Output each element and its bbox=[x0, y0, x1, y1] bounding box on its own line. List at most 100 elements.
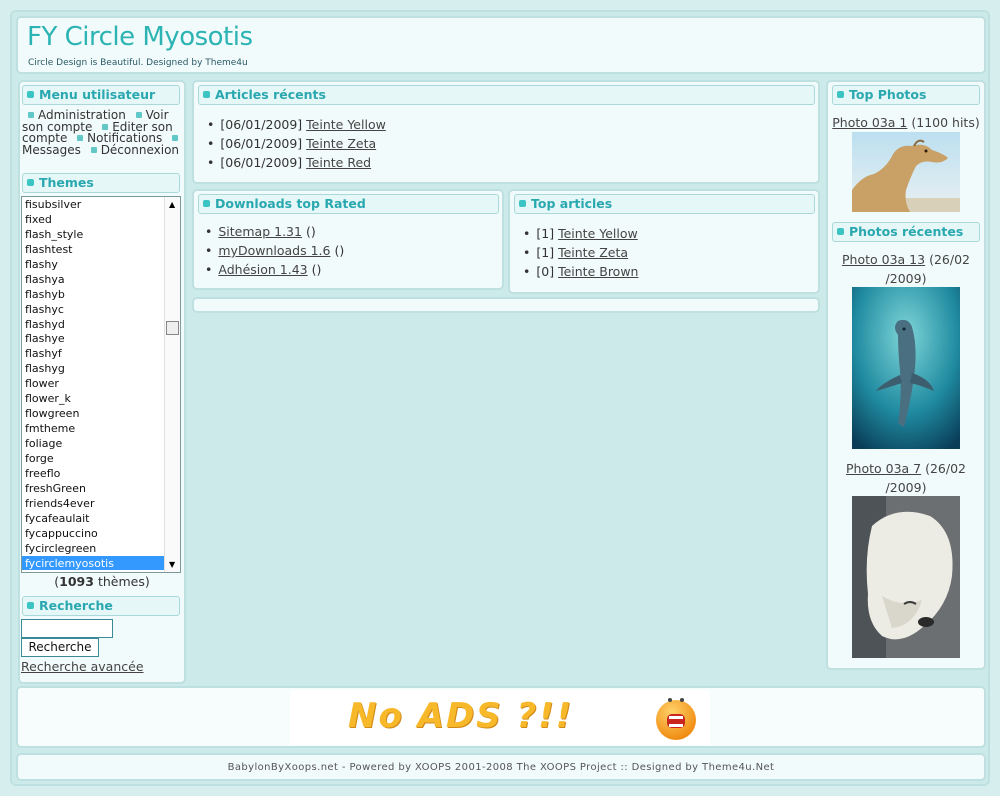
downloads-title-bar: Downloads top Rated bbox=[198, 194, 499, 214]
scroll-up-arrow-icon[interactable]: ▲ bbox=[169, 200, 175, 209]
theme-option[interactable]: flashye bbox=[22, 331, 180, 346]
photo-link[interactable]: Photo 03a 13 bbox=[842, 252, 925, 267]
list-item: Sitemap 1.31 () bbox=[205, 222, 344, 241]
theme-option[interactable]: fycirclemyosotis bbox=[22, 555, 180, 571]
recent-articles-list: [06/01/2009] Teinte Yellow [06/01/2009] … bbox=[207, 115, 386, 172]
recent-articles-title-bar: Articles récents bbox=[198, 85, 815, 105]
scroll-down-arrow-icon[interactable]: ▼ bbox=[169, 560, 175, 569]
no-ads-text: No ADS ?!! bbox=[348, 696, 574, 736]
article-link[interactable]: Teinte Red bbox=[306, 155, 371, 170]
themes-count-number: 1093 bbox=[59, 574, 94, 589]
photo-hits: (1100 hits) bbox=[911, 115, 980, 130]
theme-option[interactable]: flower bbox=[22, 376, 180, 391]
photo-date: (26/02 bbox=[925, 461, 966, 476]
menu-bullet-icon bbox=[28, 112, 34, 118]
theme-option[interactable]: fycafeaulait bbox=[22, 511, 180, 526]
download-rating: () bbox=[305, 224, 316, 239]
photo-date: /2009) bbox=[885, 480, 927, 495]
theme-list-scrollbar[interactable]: ▲ ▼ bbox=[164, 197, 180, 572]
menu-item-deconnexion[interactable]: Déconnexion bbox=[101, 143, 179, 157]
download-link[interactable]: Sitemap 1.31 bbox=[218, 224, 302, 239]
article-link[interactable]: Teinte Zeta bbox=[306, 136, 376, 151]
photo-date: /2009) bbox=[885, 271, 927, 286]
top-photo-caption: Photo 03a 1 (1100 hits) bbox=[828, 113, 984, 132]
theme-option[interactable]: flashyd bbox=[22, 317, 180, 332]
downloads-list: Sitemap 1.31 () myDownloads 1.6 () Adhés… bbox=[205, 222, 344, 279]
site-title[interactable]: FY Circle Myosotis bbox=[27, 22, 253, 52]
article-link[interactable]: Teinte Yellow bbox=[558, 226, 638, 241]
article-link[interactable]: Teinte Yellow bbox=[306, 117, 386, 132]
theme-option[interactable]: flashyb bbox=[22, 287, 180, 302]
theme-option[interactable]: flashyf bbox=[22, 346, 180, 361]
theme-option[interactable]: flash_style bbox=[22, 227, 180, 242]
top-articles-list: [1] Teinte Yellow [1] Teinte Zeta [0] Te… bbox=[523, 224, 638, 281]
article-date: [06/01/2009] bbox=[220, 117, 303, 132]
list-item: Adhésion 1.43 () bbox=[205, 260, 344, 279]
article-date: [06/01/2009] bbox=[220, 136, 303, 151]
photo-link[interactable]: Photo 03a 1 bbox=[832, 115, 907, 130]
article-date: [06/01/2009] bbox=[220, 155, 303, 170]
recent-photo-caption: Photo 03a 13 (26/02 /2009) bbox=[828, 250, 984, 288]
search-input[interactable] bbox=[21, 619, 113, 638]
themes-block-title: Themes bbox=[22, 173, 180, 193]
theme-option[interactable]: foliage bbox=[22, 436, 180, 451]
theme-option[interactable]: flower_k bbox=[22, 391, 180, 406]
block-bullet-icon bbox=[27, 602, 34, 609]
theme-option[interactable]: flashya bbox=[22, 272, 180, 287]
theme-items: fisubsilver fixed flash_style flashtest flas… bbox=[22, 197, 180, 571]
search-button[interactable]: Recherche bbox=[21, 638, 99, 657]
camel-photo[interactable] bbox=[852, 132, 960, 212]
themes-title: Themes bbox=[39, 175, 94, 190]
recent-photo-caption: Photo 03a 7 (26/02 /2009) bbox=[828, 459, 984, 497]
article-link[interactable]: Teinte Brown bbox=[558, 264, 638, 279]
article-read-count: [1] bbox=[536, 245, 555, 260]
theme-option[interactable]: forge bbox=[22, 451, 180, 466]
block-bullet-icon bbox=[203, 91, 210, 98]
menu-item-messages[interactable]: Messages bbox=[22, 143, 81, 157]
article-link[interactable]: Teinte Zeta bbox=[558, 245, 628, 260]
theme-option[interactable]: flashyg bbox=[22, 361, 180, 376]
theme-option[interactable]: fycirclegreen bbox=[22, 541, 180, 556]
block-bullet-icon bbox=[837, 91, 844, 98]
no-ads-banner[interactable]: No ADS ?!! bbox=[290, 690, 710, 745]
theme-option[interactable]: flashyc bbox=[22, 302, 180, 317]
list-item: [06/01/2009] Teinte Red bbox=[207, 153, 386, 172]
article-read-count: [0] bbox=[536, 264, 555, 279]
theme-option[interactable]: freshGreen bbox=[22, 481, 180, 496]
theme-option[interactable]: fisubsilver bbox=[22, 197, 180, 212]
shocked-smiley-icon bbox=[656, 698, 696, 740]
theme-option[interactable]: friends4ever bbox=[22, 496, 180, 511]
recent-articles-title: Articles récents bbox=[215, 87, 326, 102]
usermenu-title: Menu utilisateur bbox=[39, 87, 156, 102]
list-item: myDownloads 1.6 () bbox=[205, 241, 344, 260]
search-title: Recherche bbox=[39, 598, 113, 613]
scrollbar-thumb[interactable] bbox=[166, 321, 179, 335]
theme-option[interactable]: flashy bbox=[22, 257, 180, 272]
theme-option[interactable]: flashtest bbox=[22, 242, 180, 257]
theme-option[interactable]: fycappuccino bbox=[22, 526, 180, 541]
theme-option[interactable]: flowgreen bbox=[22, 406, 180, 421]
block-bullet-icon bbox=[27, 91, 34, 98]
theme-option[interactable]: fixed bbox=[22, 212, 180, 227]
advanced-search-link[interactable]: Recherche avancée bbox=[21, 659, 144, 674]
menu-bullet-icon bbox=[90, 146, 97, 153]
empty-center-block bbox=[192, 297, 820, 313]
menu-bullet-icon bbox=[102, 123, 109, 130]
search-block-title: Recherche bbox=[22, 596, 180, 616]
download-link[interactable]: myDownloads 1.6 bbox=[218, 243, 330, 258]
block-bullet-icon bbox=[837, 228, 844, 235]
polar-bear-photo[interactable] bbox=[852, 496, 960, 658]
list-item: [06/01/2009] Teinte Yellow bbox=[207, 115, 386, 134]
menu-bullet-icon bbox=[135, 112, 142, 118]
theme-option[interactable]: fmtheme bbox=[22, 421, 180, 436]
dolphin-photo[interactable] bbox=[852, 287, 960, 449]
block-bullet-icon bbox=[27, 179, 34, 186]
download-rating: () bbox=[334, 243, 345, 258]
theme-select-list[interactable]: fisubsilver fixed flash_style flashtest flas… bbox=[21, 196, 181, 573]
camel-photo-image bbox=[852, 132, 960, 212]
photo-link[interactable]: Photo 03a 7 bbox=[846, 461, 921, 476]
download-link[interactable]: Adhésion 1.43 bbox=[218, 262, 307, 277]
menu-bullet-icon bbox=[77, 135, 84, 141]
site-footer: BabylonByXoops.net - Powered by XOOPS 20… bbox=[16, 753, 986, 781]
theme-option[interactable]: freeflo bbox=[22, 466, 180, 481]
